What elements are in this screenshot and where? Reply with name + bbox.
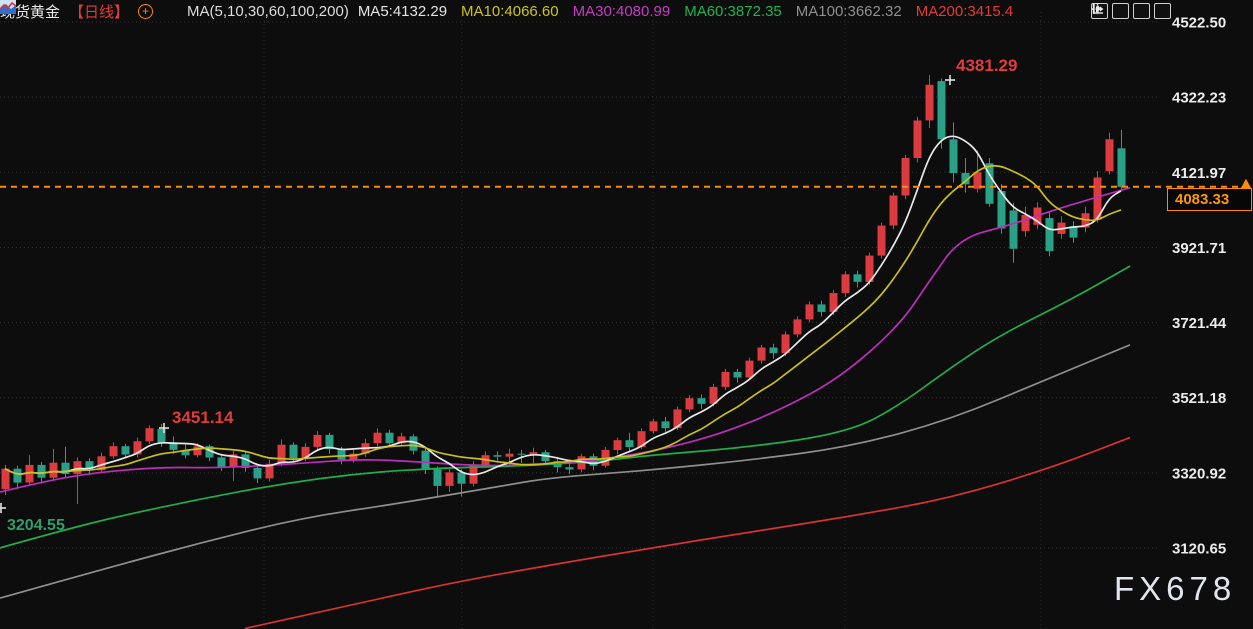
candle[interactable] xyxy=(890,193,898,230)
annotation-high-4381: 4381.29 xyxy=(956,56,1017,75)
ma10-line xyxy=(5,166,1121,474)
candle[interactable] xyxy=(494,451,502,462)
candle[interactable] xyxy=(410,434,418,454)
candle[interactable] xyxy=(926,75,934,128)
candle[interactable] xyxy=(98,453,106,474)
candle[interactable] xyxy=(146,425,154,444)
kline-style-icon[interactable] xyxy=(162,4,178,18)
candle[interactable] xyxy=(662,417,670,432)
ma10-value-label: MA10:4066.60 xyxy=(461,3,559,20)
axis-tick-label: 3521.18 xyxy=(1172,390,1226,407)
fit-x-axis-icon[interactable] xyxy=(1133,3,1150,19)
candle[interactable] xyxy=(770,344,778,359)
candle[interactable] xyxy=(314,431,322,450)
candle[interactable] xyxy=(914,117,922,163)
candle[interactable] xyxy=(758,345,766,364)
candlestick-chart[interactable]: 4381.29 3451.14 3204.55 4522.50 4322.23 4121.… xyxy=(0,0,1253,629)
candle[interactable] xyxy=(110,442,118,459)
candle[interactable] xyxy=(1070,221,1078,243)
candle[interactable] xyxy=(422,448,430,474)
candle[interactable] xyxy=(650,419,658,434)
candle[interactable] xyxy=(62,447,70,479)
candle[interactable] xyxy=(446,469,454,492)
candle[interactable] xyxy=(950,122,958,182)
candle[interactable] xyxy=(86,458,94,475)
mini-chart-icon xyxy=(0,0,16,14)
axis-tick-label: 3721.44 xyxy=(1172,315,1227,332)
annotation-high-3451: 3451.14 xyxy=(172,408,234,427)
chart-window: 4381.29 3451.14 3204.55 4522.50 4322.23 4121.… xyxy=(0,0,1253,629)
candle[interactable] xyxy=(1010,203,1018,263)
candle[interactable] xyxy=(218,454,226,471)
ma100-value-label: MA100:3662.32 xyxy=(796,3,902,20)
chart-toolbar xyxy=(1091,3,1171,19)
candle[interactable] xyxy=(50,449,58,481)
ma200-value-label: MA200:3415.4 xyxy=(916,3,1014,20)
candle[interactable] xyxy=(1058,216,1066,239)
grid-layer xyxy=(0,12,1160,629)
candle[interactable] xyxy=(878,223,886,259)
candle[interactable] xyxy=(734,369,742,383)
candle[interactable] xyxy=(254,465,262,483)
axis-tick-label: 4121.97 xyxy=(1172,165,1226,182)
candle[interactable] xyxy=(1046,212,1054,256)
candle[interactable] xyxy=(842,271,850,297)
candle[interactable] xyxy=(242,452,250,472)
candle[interactable] xyxy=(794,316,802,337)
candle[interactable] xyxy=(26,455,34,485)
candle[interactable] xyxy=(434,466,442,497)
candle[interactable] xyxy=(866,253,874,285)
candle[interactable] xyxy=(902,155,910,199)
ma-values: MA5:4132.29 MA10:4066.60 MA30:4080.99 MA60:… xyxy=(358,3,1013,20)
ma-summary-label: MA(5,10,30,60,100,200) xyxy=(187,3,349,20)
ma30-value-label: MA30:4080.99 xyxy=(573,3,671,20)
candle[interactable] xyxy=(266,460,274,482)
ma60-value-label: MA60:3872.35 xyxy=(684,3,782,20)
annotation-low-3204: 3204.55 xyxy=(7,517,65,534)
candle[interactable] xyxy=(818,301,826,317)
candle[interactable] xyxy=(722,369,730,390)
candle[interactable] xyxy=(854,271,862,288)
axis-tick-label: 4322.23 xyxy=(1172,90,1226,107)
add-indicator-icon[interactable]: + xyxy=(138,4,153,19)
candle[interactable] xyxy=(602,447,610,468)
ma-lines-layer xyxy=(0,136,1130,628)
ma100-line xyxy=(0,345,1130,598)
candle[interactable] xyxy=(554,458,562,472)
pan-right-icon[interactable] xyxy=(1154,3,1171,19)
candle[interactable] xyxy=(1106,133,1114,175)
current-price-tag: 4083.33 xyxy=(1167,188,1252,211)
candle[interactable] xyxy=(74,457,82,504)
ma60-line xyxy=(0,266,1130,548)
candle[interactable] xyxy=(326,433,334,454)
candle[interactable] xyxy=(206,445,214,462)
candle[interactable] xyxy=(614,438,622,455)
axis-tick-label: 3921.71 xyxy=(1172,240,1226,257)
candle[interactable] xyxy=(14,466,22,489)
price-axis[interactable]: 4522.50 4322.23 4121.97 3921.71 3721.44 3521.… xyxy=(1172,15,1227,558)
period-label: 【日线】 xyxy=(69,1,129,22)
candle[interactable] xyxy=(1022,207,1030,237)
candle[interactable] xyxy=(374,428,382,446)
candle[interactable] xyxy=(1118,130,1126,190)
ma5-value-label: MA5:4132.29 xyxy=(358,3,447,20)
pan-right-glyph xyxy=(1091,3,1104,15)
candle[interactable] xyxy=(626,433,634,452)
axis-tick-label: 4522.50 xyxy=(1172,15,1226,32)
chart-header: 现货黄金 【日线】 + MA(5,10,30,60,100,200) MA5:4… xyxy=(0,0,1013,22)
candles-layer[interactable] xyxy=(2,75,1126,504)
axis-tick-label: 3320.92 xyxy=(1172,465,1226,482)
fit-y-axis-icon[interactable] xyxy=(1112,3,1129,19)
watermark: FX678 xyxy=(1114,570,1236,608)
candle[interactable] xyxy=(698,394,706,408)
candle[interactable] xyxy=(806,301,814,322)
axis-tick-label: 3120.65 xyxy=(1172,541,1226,558)
current-price-line xyxy=(0,179,1253,190)
